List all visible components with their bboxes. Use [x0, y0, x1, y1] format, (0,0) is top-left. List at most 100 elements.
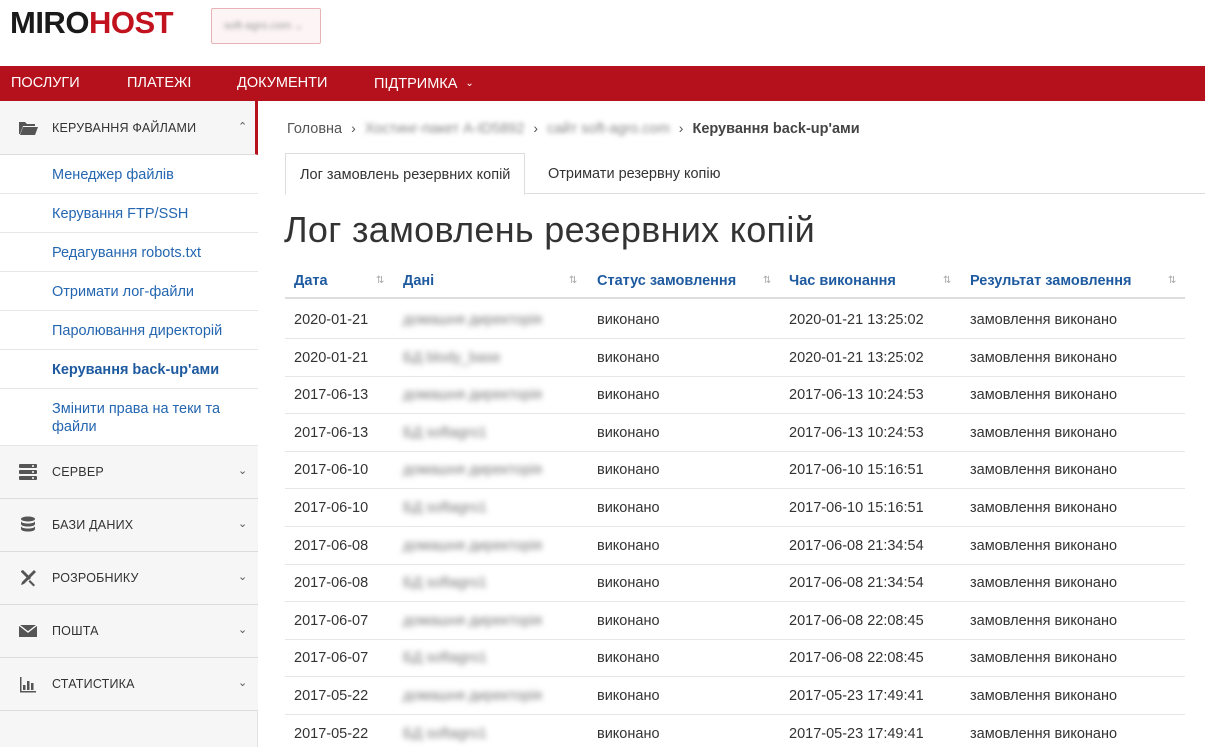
sidebar-item-permissions[interactable]: Змінити права на теки та файли: [0, 389, 258, 446]
sidebar-item-robots[interactable]: Редагування robots.txt: [0, 233, 258, 272]
sidebar-section-statistics[interactable]: СТАТИСТИКА ⌄: [0, 658, 258, 711]
sidebar-section-mail[interactable]: ПОШТА ⌄: [0, 605, 258, 658]
table-row: 2020-01-21 домашня директорія виконано 2020…: [285, 301, 1185, 339]
cell-time: 2017-06-08 22:08:45: [789, 612, 924, 629]
cell-status: виконано: [597, 612, 660, 629]
cell-data: БД blody_base: [403, 349, 501, 366]
sidebar-item-ftp-ssh[interactable]: Керування FTP/SSH: [0, 194, 258, 233]
cell-date: 2020-01-21: [294, 312, 369, 328]
chevron-down-icon: ⌄: [238, 624, 248, 636]
sidebar-section-databases[interactable]: БАЗИ ДАНИХ ⌄: [0, 499, 258, 552]
cell-status: виконано: [597, 500, 660, 516]
tab-label: Лог замовлень резервних копій: [300, 167, 511, 183]
nav-support[interactable]: ПІДТРИМКА ⌄: [374, 66, 474, 101]
sort-icon: ⇅: [943, 275, 952, 286]
cell-date: 2017-06-08: [294, 575, 369, 592]
cell-date: 2017-05-22: [294, 688, 369, 704]
mirohost-logo[interactable]: MIROHOST: [10, 5, 174, 40]
column-header-data[interactable]: Дані ⇅: [403, 263, 581, 299]
tools-icon: [21, 570, 36, 587]
breadcrumb: Головна › Хостинг-пакет А-ID5892 › сайт soft…: [287, 120, 860, 137]
sort-icon: ⇅: [1168, 275, 1177, 286]
cell-date: 2017-06-13: [294, 387, 369, 404]
sidebar-item-label: Змінити права на теки та файли: [52, 401, 221, 435]
sidebar-section-server[interactable]: СЕРВЕР ⌄: [0, 446, 258, 499]
cell-date: 2017-06-10: [294, 500, 369, 516]
column-header-result[interactable]: Результат замовлення ⇅: [970, 263, 1185, 299]
chevron-down-icon: ⌄: [238, 677, 248, 689]
sidebar-section-label: СЕРВЕР: [52, 465, 104, 479]
sidebar-item-file-manager[interactable]: Менеджер файлів: [0, 155, 258, 194]
breadcrumb-home[interactable]: Головна: [287, 121, 342, 137]
top-bar: MIROHOST soft-agro.com ⌄: [0, 0, 1205, 66]
database-icon: [21, 516, 35, 532]
cell-data: домашня директорія: [403, 387, 542, 404]
table-header: Дата ⇅ Дані ⇅ Статус замовлення ⇅ Час викон…: [285, 263, 1185, 299]
table-row: 2017-06-07 домашня директорія виконано 2017…: [285, 602, 1185, 640]
cell-date: 2017-06-10: [294, 462, 369, 479]
sidebar: КЕРУВАННЯ ФАЙЛАМИ ⌃ Менеджер файлів Керу…: [0, 101, 258, 747]
cell-status: виконано: [597, 688, 660, 704]
column-header-status[interactable]: Статус замовлення ⇅: [597, 263, 775, 299]
sidebar-section-label: БАЗИ ДАНИХ: [52, 518, 134, 532]
nav-payments-label: ПЛАТЕЖІ: [127, 75, 192, 91]
cell-result: замовлення виконано: [970, 462, 1118, 479]
cell-result: замовлення виконано: [970, 500, 1118, 516]
main-navigation: ПОСЛУГИ ПЛАТЕЖІ ДОКУМЕНТИ ПІДТРИМКА ⌄: [0, 66, 1205, 101]
logo-part-host: HOST: [88, 5, 174, 40]
breadcrumb-separator-icon: ›: [533, 120, 539, 136]
domain-selector[interactable]: soft-agro.com ⌄: [211, 8, 321, 44]
cell-data: БД softagro1: [403, 650, 487, 667]
cell-data: домашня директорія: [403, 312, 542, 328]
cell-time: 2017-06-10 15:16:51: [789, 462, 924, 479]
tab-backup-log[interactable]: Лог замовлень резервних копій: [285, 153, 526, 195]
cell-date: 2017-06-13: [294, 424, 369, 441]
sidebar-item-backups[interactable]: Керування back-up'ами: [0, 350, 258, 389]
table-row: 2017-06-07 БД softagro1 виконано 2017-06-08…: [285, 639, 1185, 678]
table-row: 2017-06-13 домашня директорія виконано 2017…: [285, 376, 1185, 415]
cell-status: виконано: [597, 537, 660, 554]
cell-status: виконано: [597, 312, 660, 328]
cell-status: виконано: [597, 462, 660, 479]
cell-time: 2017-06-08 22:08:45: [789, 650, 924, 667]
sidebar-section-developer[interactable]: РОЗРОБНИКУ ⌄: [0, 552, 258, 605]
cell-data: домашня директорія: [403, 688, 542, 704]
cell-data: БД softagro1: [403, 500, 487, 516]
cell-data: БД softagro1: [403, 424, 487, 441]
chevron-up-icon: ⌃: [238, 121, 248, 133]
sidebar-item-label: Менеджер файлів: [52, 167, 174, 183]
breadcrumb-separator-icon: ›: [351, 120, 356, 136]
server-icon: [19, 464, 37, 480]
cell-date: 2020-01-21: [294, 349, 369, 366]
sidebar-item-password-dirs[interactable]: Паролювання директорій: [0, 311, 258, 350]
table-row: 2017-06-13 БД softagro1 виконано 2017-06-13…: [285, 414, 1185, 452]
chevron-down-icon: ⌄: [238, 518, 248, 530]
column-header-date[interactable]: Дата ⇅: [294, 263, 392, 299]
sidebar-item-label: Редагування robots.txt: [52, 245, 201, 261]
sidebar-item-logs[interactable]: Отримати лог-файли: [0, 272, 258, 311]
cell-result: замовлення виконано: [970, 537, 1118, 554]
cell-date: 2017-06-08: [294, 537, 369, 554]
mail-icon: [18, 624, 38, 637]
breadcrumb-site[interactable]: сайт soft-agro.com: [547, 121, 670, 137]
cell-result: замовлення виконано: [970, 349, 1118, 366]
table-row: 2020-01-21 БД blody_base виконано 2020-01-2…: [285, 339, 1185, 377]
cell-status: виконано: [597, 349, 660, 366]
nav-services-label: ПОСЛУГИ: [11, 75, 80, 91]
tab-get-backup[interactable]: Отримати резервну копію: [534, 153, 735, 194]
table-row: 2017-05-22 домашня директорія виконано 2017…: [285, 677, 1185, 715]
column-header-time[interactable]: Час виконання ⇅: [789, 263, 957, 299]
breadcrumb-hosting[interactable]: Хостинг-пакет А-ID5892: [365, 121, 525, 137]
folder-open-icon: [19, 122, 38, 135]
cell-time: 2017-06-13 10:24:53: [789, 424, 924, 441]
cell-status: виконано: [597, 575, 660, 592]
nav-services[interactable]: ПОСЛУГИ: [11, 66, 80, 101]
nav-documents[interactable]: ДОКУМЕНТИ: [237, 66, 327, 101]
nav-payments[interactable]: ПЛАТЕЖІ: [127, 66, 191, 101]
cell-date: 2017-06-07: [294, 650, 369, 667]
cell-result: замовлення виконано: [970, 725, 1118, 742]
column-header-label: Результат замовлення: [970, 273, 1132, 289]
sidebar-section-files[interactable]: КЕРУВАННЯ ФАЙЛАМИ ⌃: [0, 101, 258, 155]
sort-icon: ⇅: [376, 275, 385, 286]
sort-icon: ⇅: [763, 275, 772, 286]
